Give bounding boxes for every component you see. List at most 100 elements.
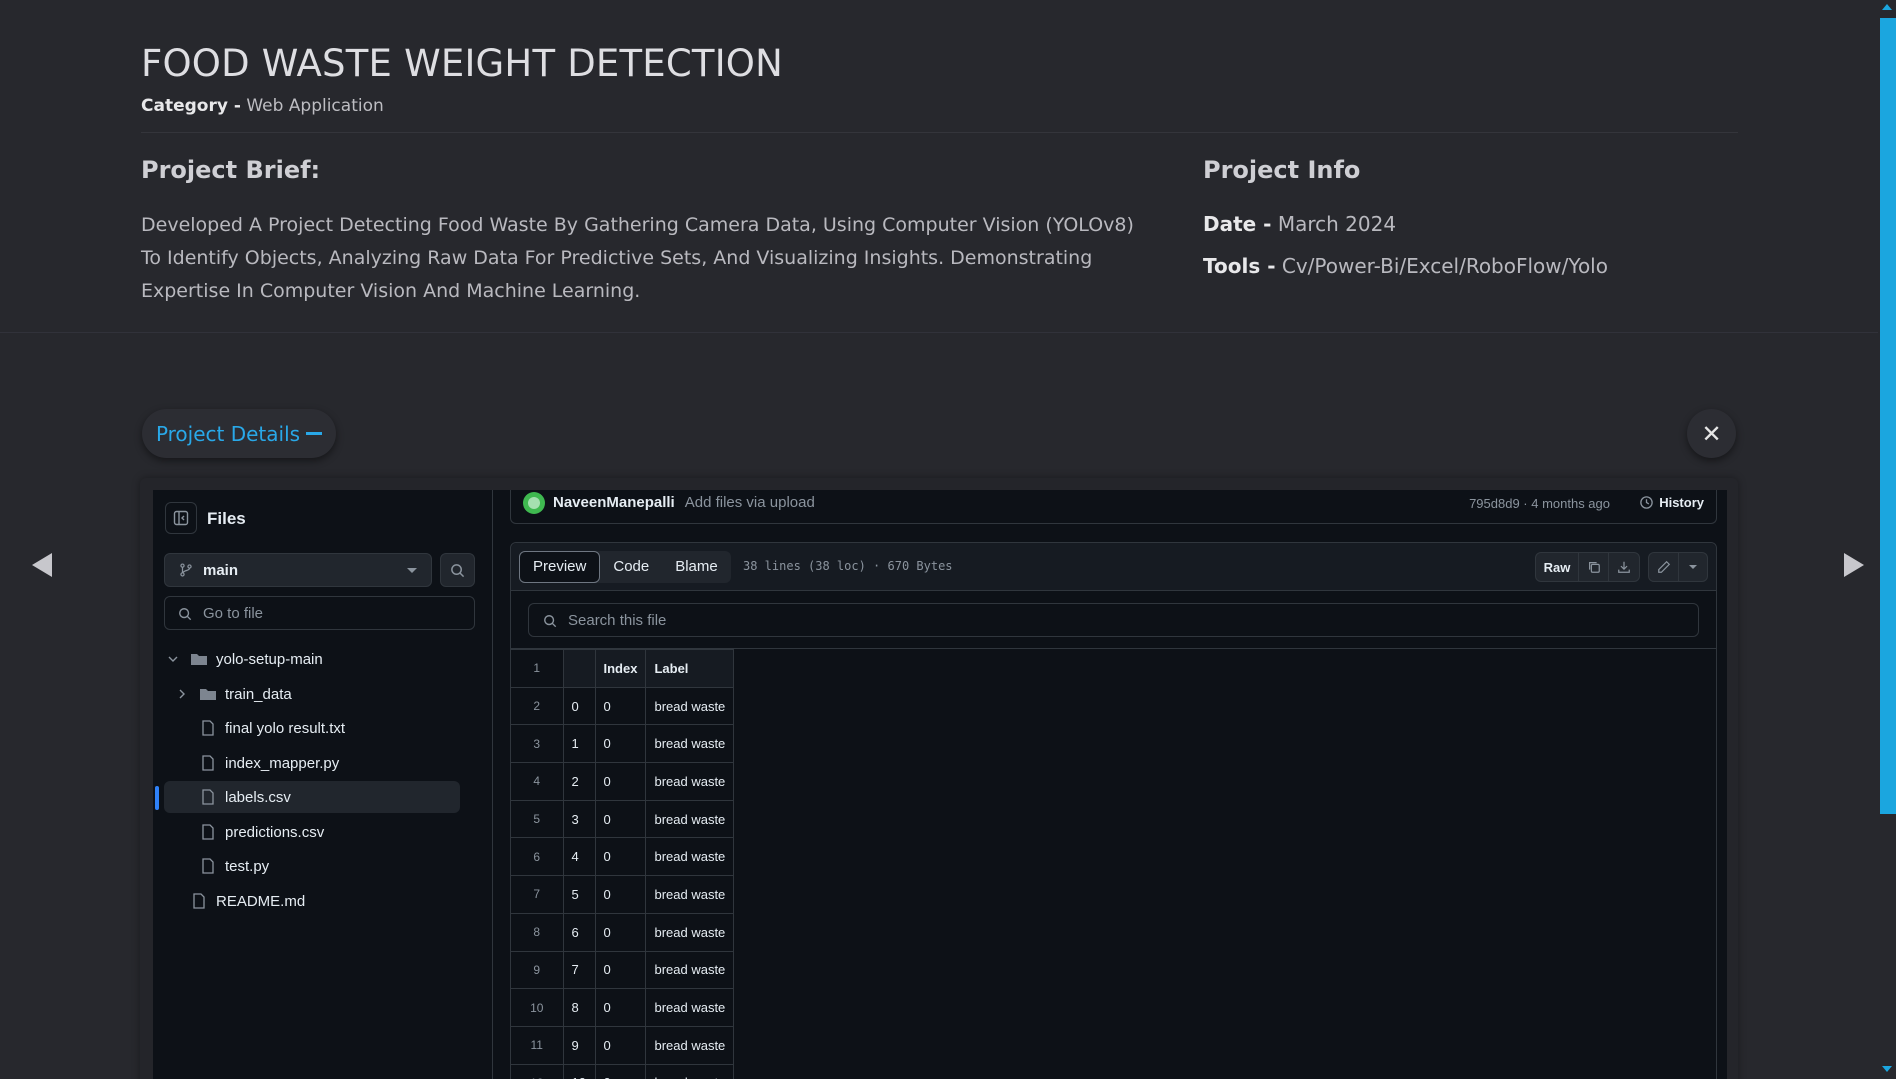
table-header-row: 1 Index Label: [511, 649, 735, 688]
project-title: FOOD WASTE WEIGHT DETECTION: [141, 42, 784, 85]
table-cell: 0: [594, 950, 647, 990]
table-cell: 0: [594, 988, 647, 1027]
previous-arrow-icon[interactable]: [32, 553, 52, 577]
project-brief-text: Developed A Project Detecting Food Waste…: [141, 214, 1134, 302]
files-title: Files: [207, 509, 246, 528]
scroll-up-icon[interactable]: [1882, 4, 1892, 10]
table-cell: 9: [562, 1025, 596, 1065]
tree-item-predictions-csv[interactable]: predictions.csv: [164, 816, 460, 848]
minus-icon: [306, 432, 323, 435]
tab-code[interactable]: Code: [600, 551, 662, 583]
download-icon: [1618, 561, 1630, 573]
table-cell: bread waste: [645, 724, 735, 764]
line-number[interactable]: 7: [511, 875, 564, 914]
table-cell: 1: [562, 724, 596, 764]
line-number[interactable]: 10: [511, 988, 564, 1027]
file-icon: [199, 858, 217, 874]
column-header: [562, 649, 596, 688]
file-icon: [199, 789, 217, 805]
commit-message[interactable]: Add files via upload: [685, 494, 815, 511]
table-cell: 0: [594, 1025, 647, 1065]
line-number[interactable]: 4: [511, 762, 564, 801]
table-cell: bread waste: [645, 686, 735, 726]
table-cell: 0: [594, 1063, 647, 1079]
active-file-indicator: [155, 786, 159, 810]
chevron-down-icon: [164, 653, 182, 665]
section-divider: [0, 332, 1878, 333]
search-file-placeholder: Search this file: [568, 611, 667, 629]
table-cell: bread waste: [645, 762, 735, 801]
chevron-down-icon: [1689, 565, 1697, 569]
line-number[interactable]: 1: [511, 649, 564, 688]
edit-button-group: [1648, 552, 1708, 582]
tab-blame[interactable]: Blame: [662, 551, 731, 583]
edit-button[interactable]: [1649, 553, 1679, 581]
file-icon: [199, 755, 217, 771]
tree-item-index-mapper[interactable]: index_mapper.py: [164, 747, 460, 779]
tab-preview[interactable]: Preview: [519, 551, 601, 583]
project-category: Category - Web Application: [141, 96, 384, 116]
scroll-down-icon[interactable]: [1882, 1066, 1892, 1072]
tree-item-final-yolo-result[interactable]: final yolo result.txt: [164, 712, 460, 744]
table-cell: bread waste: [645, 1025, 735, 1065]
table-row: 8 6 0 bread waste: [511, 912, 735, 952]
column-header: Index: [594, 649, 647, 688]
github-file-view: Files main Go to file yolo-setup-main tr…: [153, 490, 1727, 1079]
folder-open-icon: [190, 651, 208, 667]
raw-button[interactable]: Raw: [1536, 553, 1579, 581]
line-number[interactable]: 8: [511, 912, 564, 952]
column-header: Label: [645, 649, 735, 688]
tree-item-train-data[interactable]: train_data: [164, 678, 460, 710]
file-tree-sidebar: Files main Go to file yolo-setup-main tr…: [153, 490, 493, 1079]
project-details-toggle[interactable]: Project Details: [142, 409, 336, 458]
view-mode-tabs: Preview Code Blame: [519, 551, 731, 583]
scrollbar-thumb[interactable]: [1880, 18, 1896, 814]
download-button[interactable]: [1609, 553, 1639, 581]
avatar[interactable]: [523, 491, 545, 514]
sidebar-collapse-button[interactable]: [165, 502, 197, 534]
project-details-label: Project Details: [155, 421, 301, 446]
table-cell: 0: [594, 837, 647, 877]
file-icon: [199, 824, 217, 840]
table-row: 5 3 0 bread waste: [511, 799, 735, 839]
branch-selector[interactable]: main: [164, 553, 432, 587]
line-number[interactable]: 3: [511, 724, 564, 764]
table-row: 11 9 0 bread waste: [511, 1025, 735, 1065]
go-to-file-input[interactable]: Go to file: [164, 596, 475, 630]
tree-item-labels-csv[interactable]: labels.csv: [164, 781, 460, 813]
history-label: History: [1659, 495, 1704, 510]
tools-label: Tools -: [1203, 254, 1276, 278]
file-meta: 38 lines (38 loc) · 670 Bytes: [743, 559, 953, 573]
table-cell: 0: [562, 686, 596, 726]
copy-button[interactable]: [1579, 553, 1609, 581]
go-to-file-placeholder: Go to file: [203, 604, 264, 622]
file-search-button[interactable]: [440, 553, 475, 587]
tree-item-yolo-setup-main[interactable]: yolo-setup-main: [164, 643, 460, 675]
tree-item-readme[interactable]: README.md: [164, 885, 460, 917]
close-button[interactable]: ✕: [1687, 409, 1736, 458]
search-file-input[interactable]: Search this file: [528, 603, 1699, 637]
file-viewer: Preview Code Blame 38 lines (38 loc) · 6…: [510, 542, 1717, 1079]
table-cell: 6: [562, 912, 596, 952]
tree-item-test-py[interactable]: test.py: [164, 850, 460, 882]
history-button[interactable]: History: [1639, 495, 1704, 510]
line-number[interactable]: 2: [511, 686, 564, 726]
line-number[interactable]: 5: [511, 799, 564, 839]
date-value: March 2024: [1277, 212, 1397, 236]
line-number[interactable]: 11: [511, 1025, 564, 1065]
commit-sha-time[interactable]: 795d8d9 · 4 months ago: [1469, 496, 1610, 511]
project-brief-heading: Project Brief:: [141, 156, 321, 184]
line-number[interactable]: 12: [511, 1063, 564, 1079]
commit-author[interactable]: NaveenManepalli: [553, 494, 675, 511]
table-cell: bread waste: [645, 875, 735, 914]
table-cell: 5: [562, 875, 596, 914]
csv-table-body: 2 0 0 bread waste 3 1 0 bread waste 4 2 0 bread was…: [511, 686, 735, 1079]
tree-item-label: final yolo result.txt: [225, 719, 346, 737]
edit-options-button[interactable]: [1679, 553, 1707, 581]
next-arrow-icon[interactable]: [1844, 553, 1864, 577]
line-number[interactable]: 6: [511, 837, 564, 877]
line-number[interactable]: 9: [511, 950, 564, 990]
latest-commit-bar: NaveenManepalli Add files via upload 795…: [510, 490, 1717, 524]
history-icon: [1640, 496, 1653, 509]
table-cell: 8: [562, 988, 596, 1027]
